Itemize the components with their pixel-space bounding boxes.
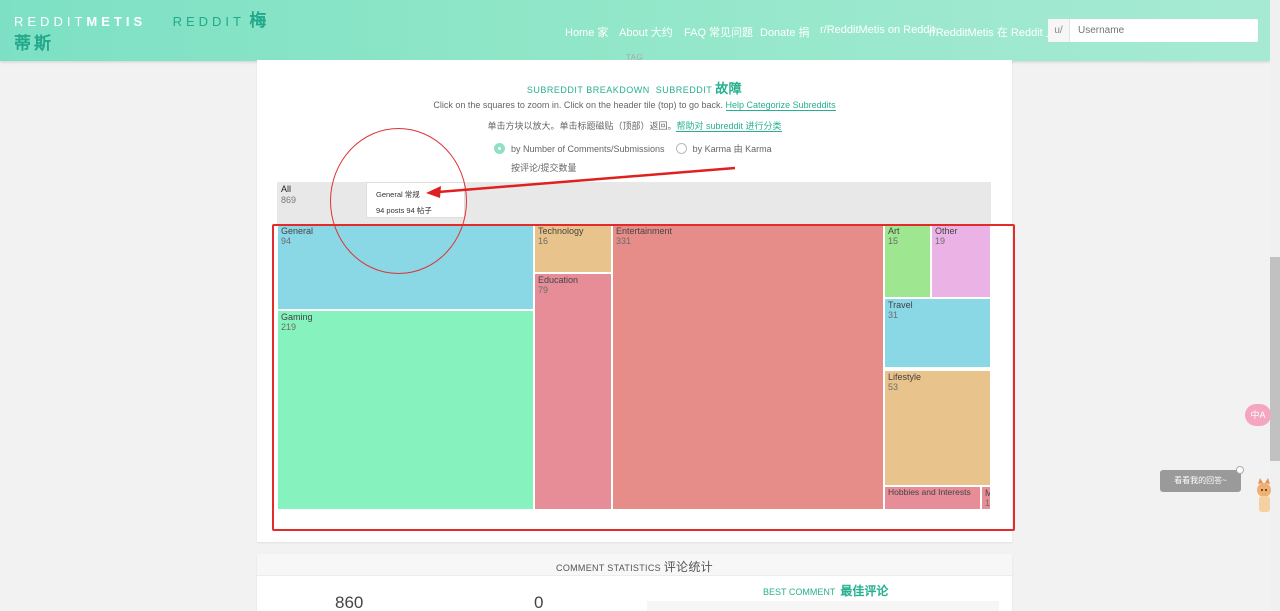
best-comment-title: BEST COMMENT 最佳评论 (763, 582, 888, 599)
annotation-arrow (426, 166, 736, 198)
best-comment-box (647, 601, 999, 611)
stat-secondary: 0 (534, 593, 544, 611)
stat-total-comments: 860 (335, 593, 364, 611)
comment-stats-title-en: COMMENT STATISTICS (556, 563, 661, 573)
comment-stats-title-zh: 评论统计 (663, 560, 713, 574)
assistant-bubble[interactable]: 看看我的回答~ (1160, 470, 1241, 492)
comment-stats-title: COMMENT STATISTICS 评论统计 (257, 558, 1012, 575)
best-comment-zh: 最佳评论 (840, 584, 889, 598)
best-comment-en: BEST COMMENT (763, 587, 836, 597)
mascot-icon[interactable] (1252, 478, 1272, 518)
close-icon[interactable] (1236, 466, 1244, 474)
translate-widget[interactable]: 中A (1245, 404, 1271, 426)
comment-statistics-card: COMMENT STATISTICS 评论统计 860 0 BEST COMME… (257, 554, 1012, 611)
